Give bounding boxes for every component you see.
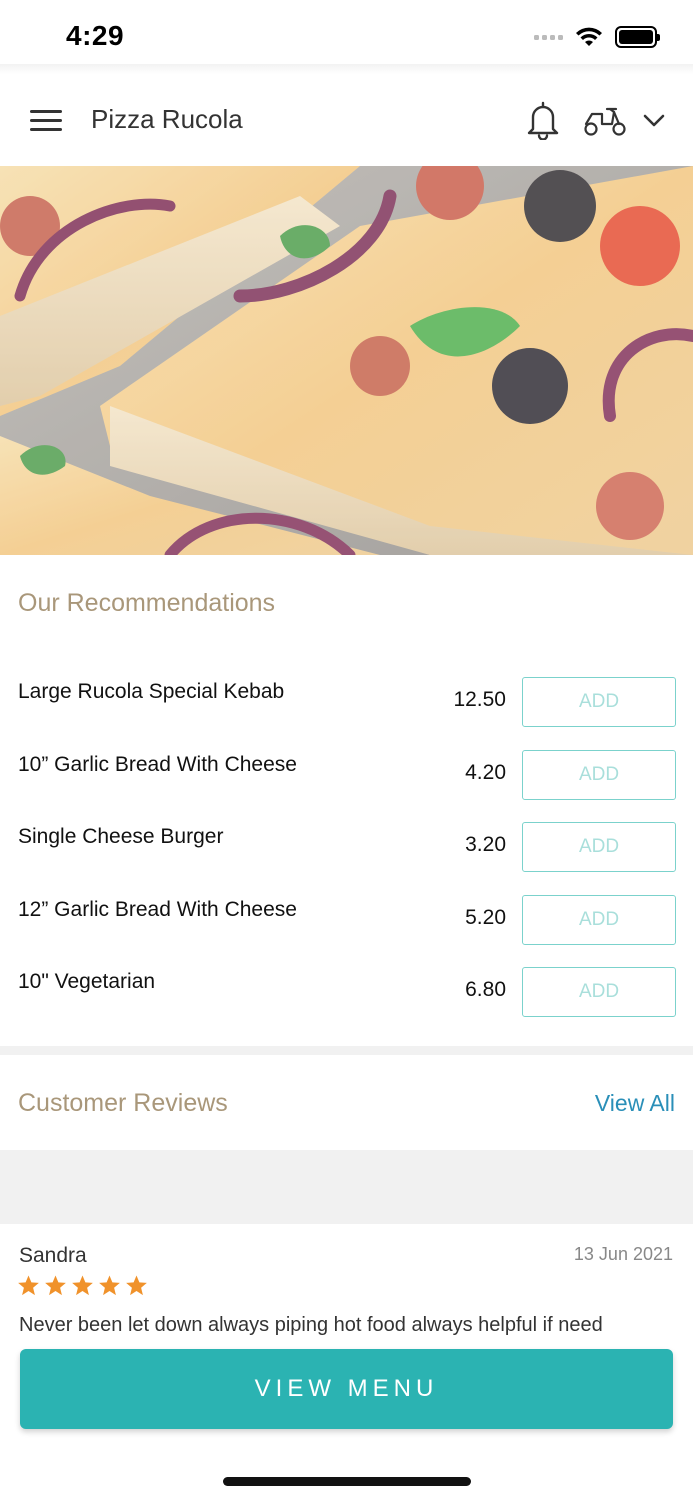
cellular-signal-icon bbox=[534, 34, 563, 40]
home-indicator[interactable] bbox=[223, 1477, 471, 1486]
list-item: 12” Garlic Bread With Cheese 5.20 ADD bbox=[0, 882, 693, 955]
review-date: 13 Jun 2021 bbox=[573, 1244, 673, 1264]
view-menu-button[interactable]: VIEW MENU bbox=[20, 1349, 673, 1429]
list-item: Large Rucola Special Kebab 12.50 ADD bbox=[0, 664, 693, 737]
star-icon bbox=[99, 1275, 120, 1296]
hero-image bbox=[0, 166, 693, 555]
status-icons bbox=[534, 26, 660, 48]
pizza-photo bbox=[0, 166, 693, 555]
star-icon bbox=[45, 1275, 66, 1296]
recommendations-title: Our Recommendations bbox=[18, 589, 276, 617]
add-button[interactable]: ADD bbox=[522, 749, 676, 800]
add-button[interactable]: ADD bbox=[522, 894, 676, 945]
list-item: Single Cheese Burger 3.20 ADD bbox=[0, 809, 693, 882]
star-icon bbox=[72, 1275, 93, 1296]
add-button[interactable]: ADD bbox=[522, 822, 676, 872]
recommendations-list: Large Rucola Special Kebab 12.50 ADD 10”… bbox=[0, 664, 693, 1027]
list-item: 10” Garlic Bread With Cheese 4.20 ADD bbox=[0, 737, 693, 810]
add-button[interactable]: ADD bbox=[522, 677, 676, 727]
item-name: 10” Garlic Bread With Cheese bbox=[18, 752, 297, 776]
reviews-spacer bbox=[0, 1150, 693, 1224]
add-button[interactable]: ADD bbox=[522, 967, 676, 1017]
bell-icon[interactable] bbox=[526, 100, 560, 140]
review-text: Never been let down always piping hot fo… bbox=[19, 1314, 603, 1336]
scooter-icon[interactable] bbox=[583, 104, 627, 138]
page-title: Pizza Rucola bbox=[91, 104, 243, 134]
battery-icon bbox=[615, 26, 660, 48]
item-price: 5.20 bbox=[465, 905, 506, 929]
item-price: 4.20 bbox=[465, 760, 506, 784]
item-price: 3.20 bbox=[465, 833, 506, 856]
review-author: Sandra bbox=[19, 1244, 87, 1267]
reviews-title: Customer Reviews bbox=[18, 1089, 228, 1117]
list-item: 10" Vegetarian 6.80 ADD bbox=[0, 954, 693, 1027]
header-separator bbox=[0, 64, 693, 74]
chevron-down-icon[interactable] bbox=[640, 110, 668, 130]
item-price: 12.50 bbox=[453, 688, 506, 711]
item-name: Single Cheese Burger bbox=[18, 825, 224, 848]
item-name: 10" Vegetarian bbox=[18, 970, 156, 993]
rating-stars bbox=[17, 1274, 148, 1297]
menu-icon[interactable] bbox=[30, 110, 62, 132]
item-name: 12” Garlic Bread With Cheese bbox=[18, 897, 297, 921]
status-bar: 4:29 bbox=[0, 0, 693, 72]
star-icon bbox=[126, 1275, 147, 1296]
item-name: Large Rucola Special Kebab bbox=[18, 680, 285, 703]
wifi-icon bbox=[576, 27, 602, 46]
view-all-link[interactable]: View All bbox=[595, 1090, 675, 1117]
app-header: Pizza Rucola bbox=[0, 74, 693, 166]
status-time: 4:29 bbox=[66, 20, 125, 51]
section-divider bbox=[0, 1046, 693, 1055]
item-price: 6.80 bbox=[465, 978, 506, 1001]
star-icon bbox=[18, 1275, 39, 1296]
